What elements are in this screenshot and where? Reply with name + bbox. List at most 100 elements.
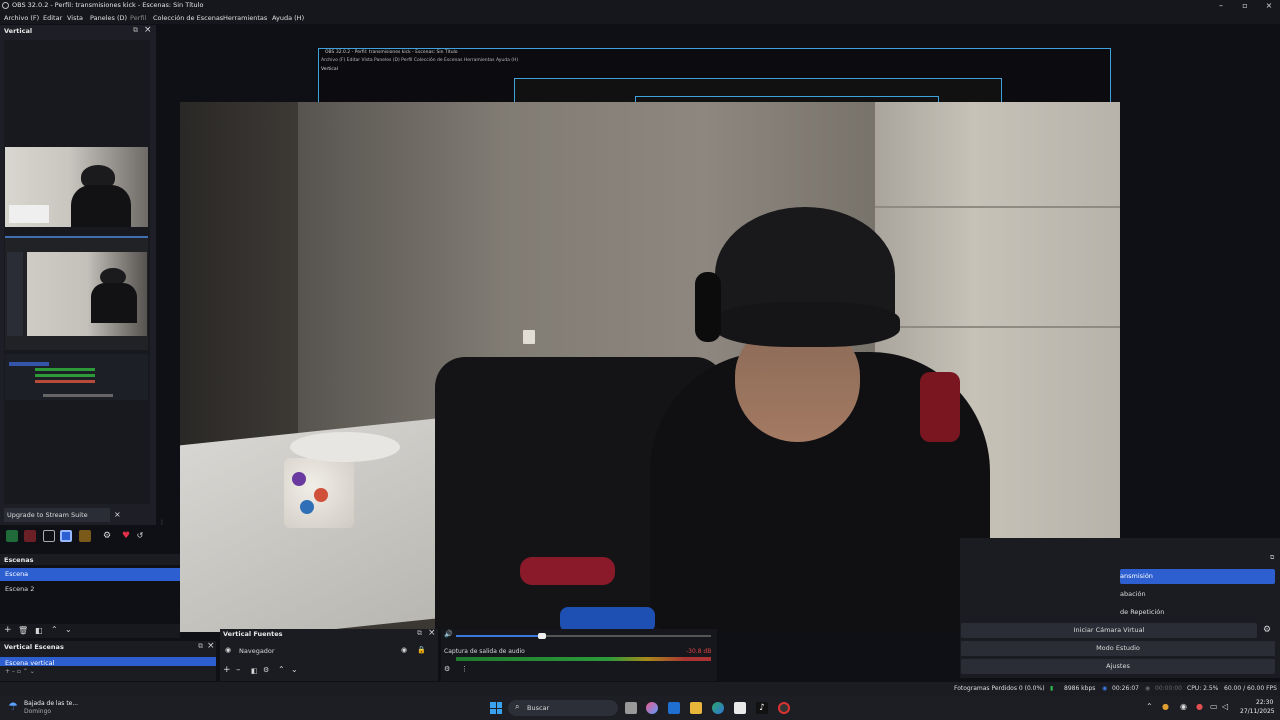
- audio-menu-icon[interactable]: ⋮: [461, 665, 468, 673]
- vertical-dock-title: Vertical: [4, 27, 33, 35]
- audio-source-label: Captura de salida de audio: [444, 648, 525, 655]
- maximize-button[interactable]: ▫: [1234, 0, 1256, 11]
- scenes-title: Escenas: [4, 556, 34, 564]
- pause-icon[interactable]: [43, 530, 55, 542]
- network-icon[interactable]: ▭: [1210, 702, 1218, 711]
- file-explorer-icon[interactable]: [690, 702, 702, 714]
- start-streaming-button[interactable]: ansmisión: [1120, 569, 1275, 584]
- mug-image: [284, 458, 354, 528]
- taskbar-search-box[interactable]: ⌕ Buscar: [508, 700, 618, 716]
- close-dock-icon[interactable]: ×: [144, 25, 152, 35]
- heart-icon[interactable]: ♥: [120, 530, 132, 542]
- record-icon[interactable]: [24, 530, 36, 542]
- audio-settings-icon[interactable]: ⚙: [444, 665, 450, 673]
- menu-archivo[interactable]: Archivo (F): [4, 14, 39, 22]
- stream-icon[interactable]: [6, 530, 18, 542]
- undock-icon[interactable]: ⧉: [133, 26, 138, 35]
- replay-buffer-button[interactable]: de Repetición: [1120, 605, 1275, 620]
- vertical-scenes-toolbar[interactable]: + – ▫ ⌃ ⌄: [5, 668, 35, 675]
- fps-readout: 60.00 / 60.00 FPS: [1224, 685, 1277, 692]
- rec-time: 00:00:00: [1155, 685, 1182, 692]
- bitrate: 8986 kbps: [1064, 685, 1096, 692]
- scene-item[interactable]: Escena 2: [0, 583, 180, 596]
- nested-obs-window: OBS 32.0.2 - Perfil: transmisiones kick …: [318, 48, 1111, 108]
- volume-slider-handle[interactable]: [538, 633, 546, 639]
- vertical-scene-item[interactable]: Escena vertical: [0, 657, 216, 666]
- news-subtitle: Domingo: [24, 708, 52, 715]
- scene-filters-icon[interactable]: ◧: [35, 626, 43, 635]
- outlook-icon[interactable]: [668, 702, 680, 714]
- virtual-camera-button[interactable]: Iniciar Cámara Virtual: [961, 623, 1257, 638]
- menu-herramientas[interactable]: Herramientas: [223, 14, 267, 22]
- vertical-preview: [4, 40, 150, 504]
- clock-date[interactable]: 27/11/2025: [1240, 708, 1275, 715]
- store-icon[interactable]: [734, 702, 746, 714]
- obs-logo-icon: [2, 2, 9, 9]
- task-view-icon[interactable]: [625, 702, 637, 714]
- speaker-icon[interactable]: 🔊: [444, 630, 453, 638]
- vertical-camera-thumbnail: [5, 147, 148, 227]
- nested-menu: Archivo (F) Editar Vista Paneles (D) Per…: [321, 58, 519, 63]
- studio-mode-button[interactable]: Modo Estudio: [961, 641, 1275, 656]
- move-scene-up-icon[interactable]: ⌃: [51, 625, 58, 634]
- source-filters-icon[interactable]: ◧: [251, 667, 258, 675]
- start-icon[interactable]: [490, 702, 502, 714]
- obs-taskbar-icon[interactable]: [778, 702, 790, 714]
- settings-gear-icon[interactable]: ⚙: [101, 530, 113, 542]
- lock-icon[interactable]: 🔒: [417, 646, 426, 654]
- refresh-icon[interactable]: ↺: [134, 530, 146, 542]
- add-source-icon[interactable]: +: [223, 665, 231, 675]
- live-icon: ◉: [1102, 685, 1108, 692]
- nested-obs-window-2: [514, 78, 1002, 104]
- menu-paneles[interactable]: Paneles (D): [90, 14, 127, 22]
- close-upgrade-icon[interactable]: ×: [114, 510, 121, 519]
- tray-mic-icon[interactable]: ●: [1196, 702, 1203, 711]
- move-source-down-icon[interactable]: ⌄: [291, 665, 298, 674]
- scene-item[interactable]: Escena: [0, 568, 180, 581]
- close-panel-icon[interactable]: ×: [207, 641, 215, 651]
- source-item-label[interactable]: Navegador: [239, 647, 275, 655]
- menu-vista[interactable]: Vista: [67, 14, 83, 22]
- minimize-button[interactable]: –: [1210, 0, 1232, 11]
- virtual-camera-icon[interactable]: [60, 530, 72, 542]
- audio-level-readout: -30.8 dB: [686, 648, 712, 655]
- copilot-icon[interactable]: [646, 702, 658, 714]
- menu-ayuda[interactable]: Ayuda (H): [272, 14, 304, 22]
- add-scene-icon[interactable]: +: [4, 625, 12, 635]
- volume-icon[interactable]: ◁: [1222, 702, 1228, 711]
- close-window-button[interactable]: ×: [1258, 0, 1280, 11]
- clock-time[interactable]: 22:30: [1256, 699, 1273, 706]
- menu-editar[interactable]: Editar: [43, 14, 62, 22]
- undock-icon[interactable]: ⧉: [1270, 554, 1274, 562]
- menu-bar: Archivo (F) Editar Vista Paneles (D) Per…: [0, 12, 1280, 24]
- weather-icon[interactable]: ☂: [8, 700, 18, 713]
- edge-icon[interactable]: [712, 702, 724, 714]
- visibility-eye-icon[interactable]: ◉: [401, 646, 407, 654]
- start-recording-button[interactable]: abación: [1120, 587, 1275, 602]
- title-bar: OBS 32.0.2 - Perfil: transmisiones kick …: [0, 0, 1280, 12]
- source-properties-icon[interactable]: ⚙: [263, 666, 269, 674]
- undock-icon[interactable]: ⧉: [417, 629, 422, 638]
- tray-chevron-icon[interactable]: ⌃: [1146, 702, 1153, 711]
- tray-app-icon[interactable]: ●: [1162, 702, 1169, 711]
- tiktok-icon[interactable]: ♪: [756, 702, 768, 714]
- menu-coleccion-escenas[interactable]: Colección de Escenas: [153, 14, 223, 22]
- tray-obs-icon[interactable]: ◉: [1180, 702, 1187, 711]
- replay-icon[interactable]: [79, 530, 91, 542]
- browser-source-icon: ◉: [225, 646, 232, 654]
- menu-perfil[interactable]: Perfil: [130, 14, 146, 22]
- scenes-toolbar: + 🗑 ◧ ⌃ ⌄: [0, 624, 180, 638]
- status-bar: Fotogramas Perdidos 0 (0.0%) ▮ 8986 kbps…: [0, 682, 1280, 696]
- remove-source-icon[interactable]: –: [236, 665, 241, 675]
- close-panel-icon[interactable]: ×: [428, 628, 436, 638]
- settings-button[interactable]: Ajustes: [961, 659, 1275, 674]
- news-title[interactable]: Bajada de las te...: [24, 700, 78, 707]
- move-scene-down-icon[interactable]: ⌄: [65, 625, 72, 634]
- upgrade-stream-suite-banner[interactable]: Upgrade to Stream Suite: [4, 508, 110, 522]
- dropped-frames: Fotogramas Perdidos 0 (0.0%): [954, 685, 1045, 692]
- virtual-camera-settings-icon[interactable]: ⚙: [1263, 625, 1271, 635]
- volume-slider-track[interactable]: [456, 633, 711, 639]
- delete-scene-icon[interactable]: 🗑: [18, 626, 28, 635]
- move-source-up-icon[interactable]: ⌃: [278, 665, 285, 674]
- undock-icon[interactable]: ⧉: [198, 642, 203, 651]
